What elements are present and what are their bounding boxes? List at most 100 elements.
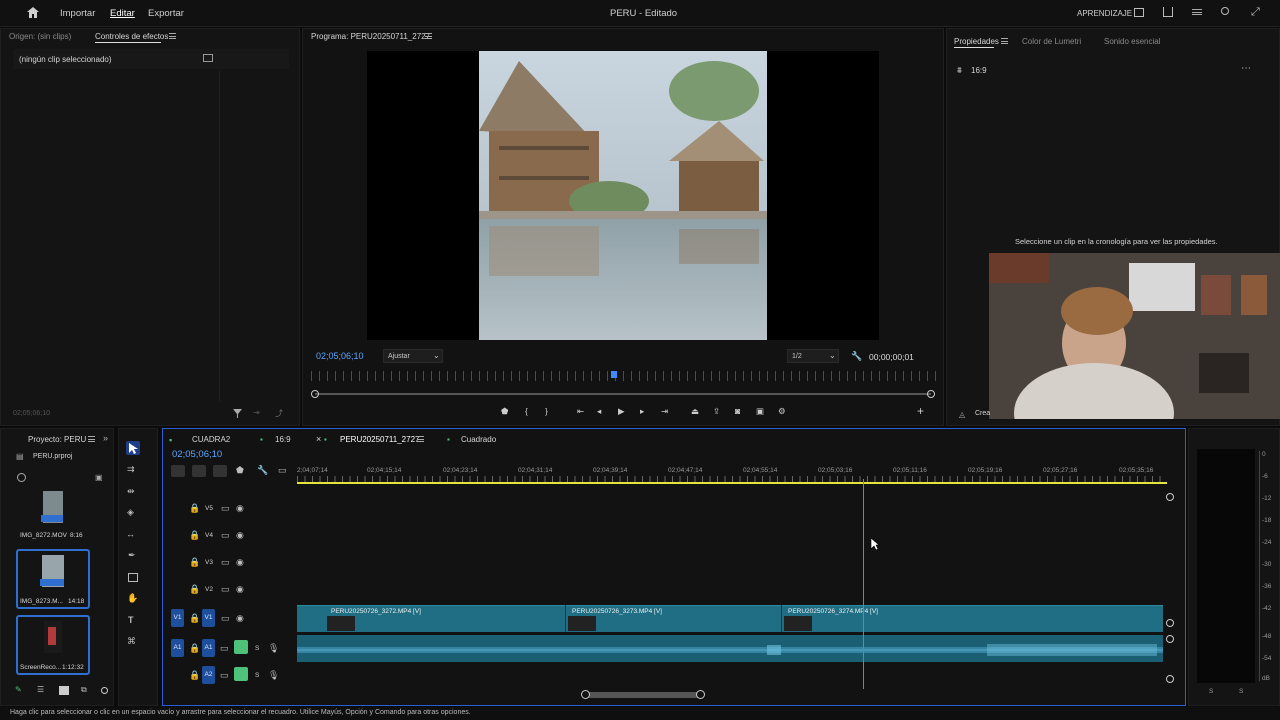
sync-icon[interactable]: ▭ [221,584,230,595]
program-ruler[interactable] [311,371,936,381]
eye-icon[interactable]: ◉ [236,613,244,624]
nest-icon[interactable] [213,465,227,477]
scroll-handle-right[interactable] [927,390,935,398]
tab-properties[interactable]: Propiedades [954,37,999,46]
sync-icon[interactable]: ▭ [221,530,230,541]
hscroll-handle-right[interactable] [696,690,705,699]
wrench-icon[interactable]: 🔧 [851,351,862,362]
fullscreen-icon[interactable]: ⤢ [1251,6,1260,19]
ripple-edit-icon[interactable]: ⇹ [127,486,135,497]
video-clip[interactable]: PERU20250726_3273.MP4 [V] [565,605,781,632]
lock-icon[interactable]: 🔒 [189,584,200,595]
hand-icon[interactable]: ✋ [127,593,138,604]
zoom-scrollbar[interactable] [315,393,931,395]
learn-button[interactable]: APRENDIZAJE [1077,9,1132,18]
slip-icon[interactable]: ↔ [126,529,135,539]
go-to-out-icon[interactable]: ⇥ [661,406,668,417]
workspace-icon[interactable] [1134,8,1144,17]
play-icon[interactable]: ▶ [618,406,625,417]
tracks-area[interactable]: PERU20250726_3272.MP4 [V] PERU20250726_3… [297,479,1167,689]
marker-icon[interactable]: ⬟ [501,406,508,417]
pencil-icon[interactable]: ✎ [15,685,22,694]
add-marker-icon[interactable]: ⬟ [236,465,244,476]
tab-active-sequence[interactable]: PERU20250711_2727 [340,435,419,444]
video-clip[interactable]: PERU20250726_3274.MP4 [V] [781,605,1163,632]
mic-icon[interactable]: 🎙 [268,643,279,654]
lock-icon[interactable]: 🔒 [189,503,200,514]
sync-icon[interactable]: ▭ [221,557,230,568]
vscroll-handle[interactable] [1166,619,1174,627]
vscroll-handle[interactable] [1166,675,1174,683]
work-area-bar[interactable] [297,482,1167,484]
panel-menu-icon[interactable] [169,33,176,39]
properties-menu-icon[interactable] [1001,38,1008,44]
vscroll-handle[interactable] [1166,635,1174,643]
lock-icon[interactable]: 🔒 [189,670,200,681]
lock-icon[interactable]: 🔒 [189,557,200,568]
home-icon[interactable] [26,6,40,19]
playhead-line[interactable] [863,479,864,689]
time-ruler[interactable]: 2;04;07;14 02;04;15;14 02;04;23;14 02;04… [297,467,1167,485]
hscroll-handle-left[interactable] [581,690,590,699]
solo-button[interactable]: S [255,672,259,679]
tab-essential-sound[interactable]: Sonido esencial [1104,37,1160,46]
create-icon[interactable]: ◬ [959,410,965,419]
tab-16-9[interactable]: 16:9 [275,435,291,444]
eye-icon[interactable]: ◉ [236,557,244,568]
horizontal-scrollbar[interactable] [585,692,701,698]
step-back-icon[interactable]: ◂ [597,406,601,417]
compare-icon[interactable]: ▣ [756,406,764,417]
pen-icon[interactable]: ✒ [128,550,136,561]
list-view-icon[interactable]: ☰ [37,685,44,694]
vscroll-handle[interactable] [1166,493,1174,501]
camera-icon[interactable]: ◙ [735,406,740,416]
icon-view-icon[interactable] [59,686,69,695]
link-icon[interactable] [192,465,206,477]
tab-project[interactable]: Proyecto: PERU [28,435,86,444]
timeline-settings-icon[interactable]: 🔧 [257,465,268,476]
track-target-a1[interactable]: A1 [202,639,215,657]
track-target-v1[interactable]: V1 [202,609,215,627]
tab-effect-controls[interactable]: Controles de efectos [95,32,168,41]
expand-icon[interactable]: » [103,433,108,443]
video-clip[interactable]: PERU20250726_3272.MP4 [V] [297,605,565,632]
go-to-in-icon[interactable]: ⇤ [577,406,584,417]
zoom-slider-icon[interactable] [101,687,108,694]
video-canvas[interactable] [367,51,879,340]
solo-button[interactable]: S [255,645,259,652]
track-select-icon[interactable]: ⇉ [127,464,135,475]
project-menu-icon[interactable] [88,436,95,442]
project-item-selected[interactable]: IMG_8273.M... 14:18 [16,549,90,609]
selection-tool-icon[interactable] [128,442,138,454]
lock-icon[interactable]: 🔒 [189,643,200,654]
rectangle-icon[interactable] [128,573,138,582]
menu-edit[interactable]: Editar [110,8,135,19]
caption-icon[interactable]: ⌘ [127,636,136,647]
snap-icon[interactable] [171,465,185,477]
eye-icon[interactable]: ◉ [236,584,244,595]
mute-button[interactable] [234,640,248,654]
new-bin-icon[interactable]: ▣ [95,473,103,482]
close-icon[interactable]: × [316,434,321,444]
project-item[interactable]: IMG_8272.MOV 8:16 [17,487,89,539]
sync-icon[interactable]: ▭ [221,503,230,514]
freeform-view-icon[interactable]: ⧉ [81,685,87,695]
type-icon[interactable]: T [128,615,134,625]
search-icon[interactable] [17,473,26,482]
source-patch-v1[interactable]: V1 [171,609,184,627]
settings-icon[interactable]: ⚙ [778,406,786,417]
sync-icon[interactable]: ▭ [220,643,229,654]
eye-icon[interactable]: ◉ [236,503,244,514]
mark-in-icon[interactable]: { [525,406,528,416]
timeline-menu-icon[interactable] [417,436,424,442]
menu-import[interactable]: Importar [60,8,95,19]
lift-icon[interactable]: ⏏ [691,406,699,417]
resolution-dropdown[interactable]: 1/2 ⌄ [787,349,839,363]
program-timecode[interactable]: 02;05;06;10 [316,351,364,361]
tab-cuadrado[interactable]: Cuadrado [461,435,496,444]
project-item-selected[interactable]: ScreenReco... 1:12:32 [16,615,90,675]
search-icon[interactable] [1221,7,1229,15]
timeline-timecode[interactable]: 02;05;06;10 [172,449,222,460]
menu-icon[interactable] [1192,9,1202,15]
sync-icon[interactable]: ▭ [220,670,229,681]
